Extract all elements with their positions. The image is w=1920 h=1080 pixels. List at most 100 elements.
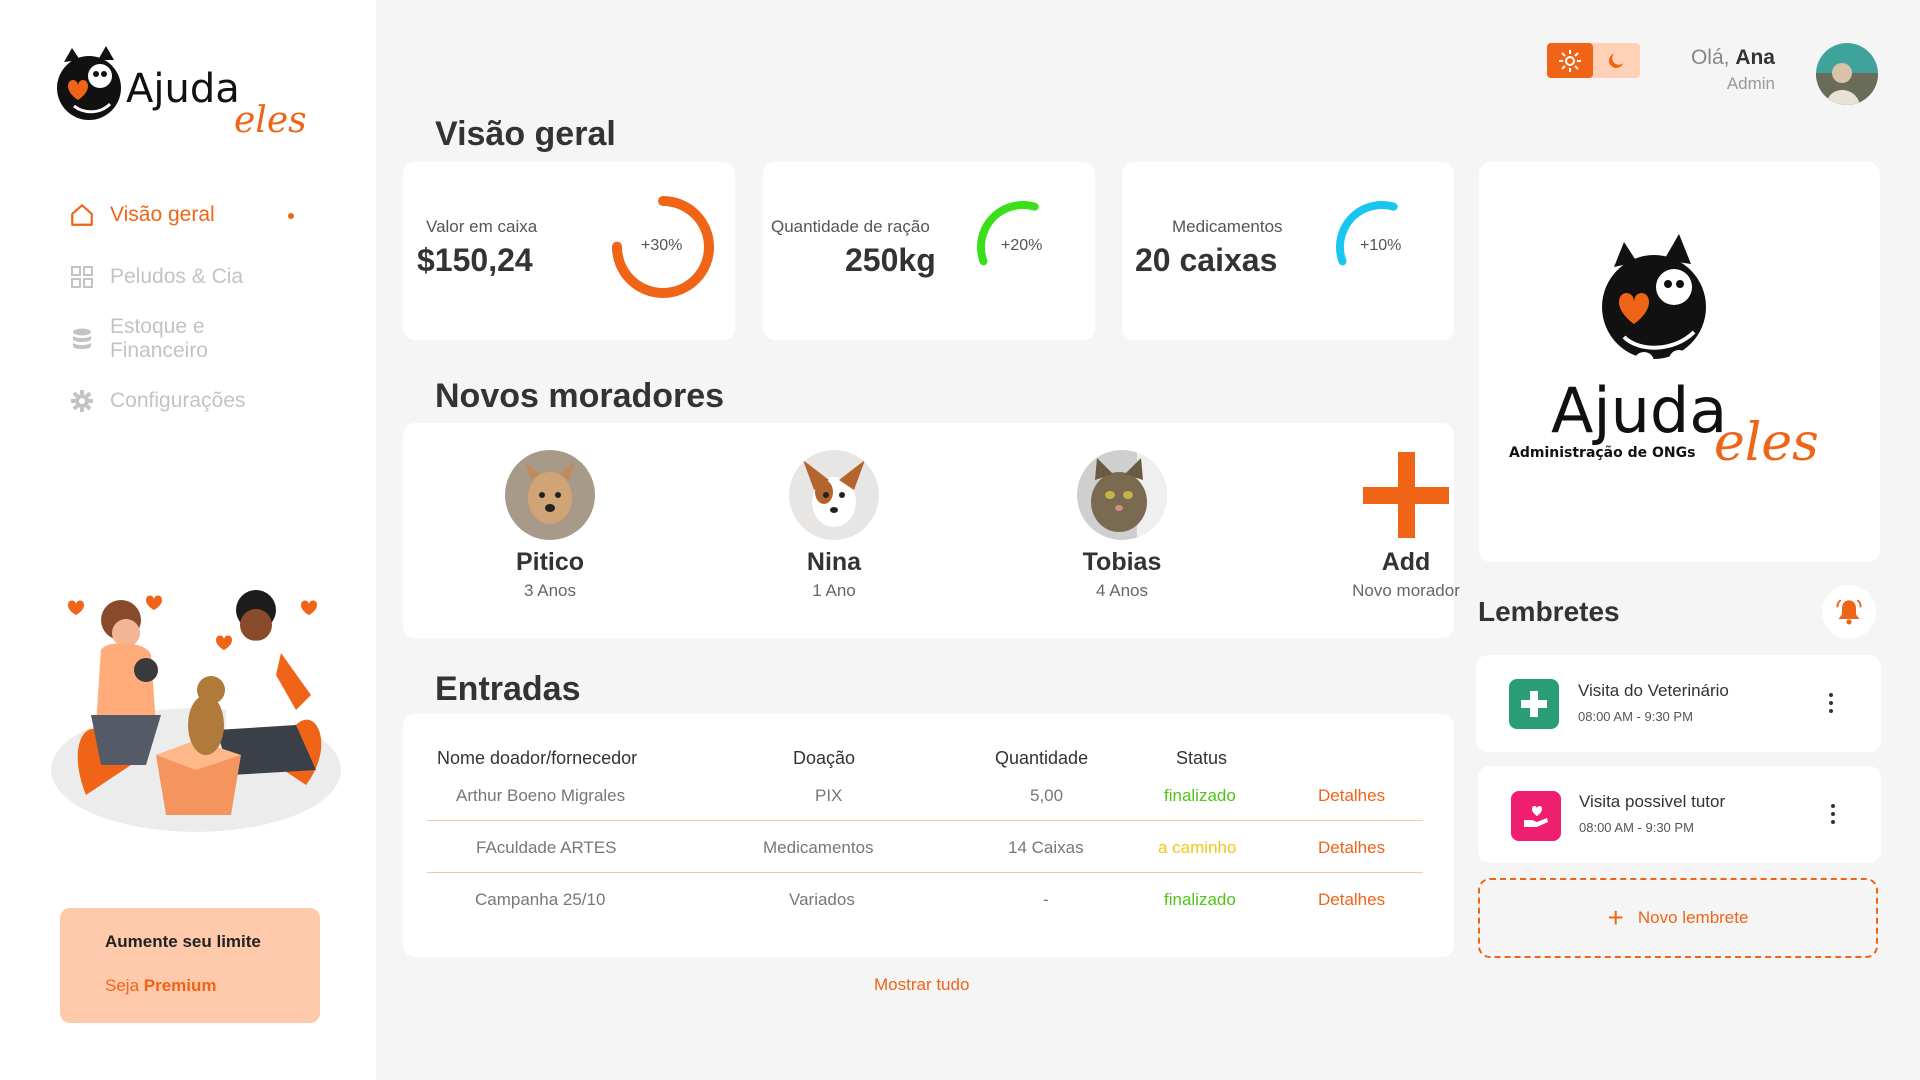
database-icon bbox=[68, 325, 96, 353]
plus-icon bbox=[1361, 450, 1451, 540]
sidebar-item-label: Peludos & Cia bbox=[110, 265, 244, 288]
sidebar-item-label: Estoque e Financeiro bbox=[109, 315, 208, 362]
cat-logo-icon bbox=[1602, 234, 1706, 372]
moon-icon bbox=[1608, 53, 1624, 68]
stat-label: Medicamentos bbox=[1172, 217, 1283, 236]
cell-donation: PIX bbox=[815, 786, 843, 805]
stat-value: 250kg bbox=[845, 242, 936, 278]
premium-title: Aumente seu limite bbox=[105, 932, 261, 951]
cell-name: Campanha 25/10 bbox=[475, 890, 606, 909]
dark-mode-button[interactable] bbox=[1593, 43, 1639, 78]
svg-text:Ajuda: Ajuda bbox=[1551, 374, 1727, 447]
resident-pitico[interactable]: Pitico 3 Anos bbox=[450, 450, 650, 601]
user-info: Olá, Ana Admin bbox=[1650, 46, 1775, 94]
theme-toggle[interactable] bbox=[1547, 43, 1640, 78]
user-role: Admin bbox=[1726, 74, 1775, 93]
reminder-item[interactable]: Visita possivel tutor 08:00 AM - 9:30 PM bbox=[1478, 766, 1881, 863]
people-with-pets-illustration bbox=[46, 565, 346, 835]
bell-icon bbox=[1836, 599, 1862, 625]
resident-photo bbox=[789, 450, 879, 540]
reminder-item[interactable]: Visita do Veterinário 08:00 AM - 9:30 PM bbox=[1476, 655, 1881, 752]
cell-name: Arthur Boeno Migrales bbox=[456, 786, 626, 805]
reminder-title: Visita possivel tutor bbox=[1579, 792, 1726, 811]
status-badge: finalizado bbox=[1164, 786, 1236, 805]
resident-photo bbox=[505, 450, 595, 540]
section-title-reminders: Lembretes bbox=[1478, 596, 1620, 627]
stat-card-racao[interactable]: Quantidade de ração 250kg +20% bbox=[763, 162, 1095, 340]
column-header-name: Nome doador/fornecedor bbox=[437, 748, 638, 768]
show-all-link[interactable]: Mostrar tudo bbox=[874, 975, 969, 995]
stat-value: 20 caixas bbox=[1135, 242, 1278, 278]
heart-hand-icon bbox=[1511, 791, 1561, 841]
plus-icon: + bbox=[1607, 902, 1624, 933]
resident-name: Pitico bbox=[515, 548, 585, 576]
column-header-donation: Doação bbox=[793, 748, 856, 768]
light-mode-button[interactable] bbox=[1547, 43, 1593, 78]
sidebar-item-visao-geral[interactable]: Visão geral bbox=[68, 195, 308, 235]
resident-age: 4 Anos bbox=[1096, 581, 1148, 600]
add-resident-label: Add bbox=[1381, 548, 1431, 576]
premium-cta[interactable]: Seja Premium bbox=[105, 976, 320, 996]
cell-donation: Variados bbox=[789, 890, 855, 909]
sidebar: Ajuda eles Visão geral Peludos & Cia Est… bbox=[0, 0, 376, 1080]
notifications-button[interactable] bbox=[1822, 585, 1876, 639]
svg-text:Ajuda: Ajuda bbox=[126, 66, 240, 112]
row-divider bbox=[427, 820, 1423, 821]
resident-name: Tobias bbox=[1082, 548, 1162, 576]
new-reminder-button[interactable]: + Novo lembrete bbox=[1478, 878, 1878, 958]
column-header-quantity: Quantidade bbox=[995, 748, 1089, 768]
stat-card-caixa[interactable]: Valor em caixa $150,24 +30% bbox=[403, 162, 735, 340]
stat-change: +10% bbox=[1360, 237, 1402, 254]
new-reminder-label: Novo lembrete bbox=[1637, 908, 1749, 927]
cell-name: FAculdade ARTES bbox=[476, 838, 617, 857]
stat-label: Quantidade de ração bbox=[771, 217, 930, 236]
residents-card: Pitico 3 Anos Nina 1 Ano Tobias 4 Anos A… bbox=[403, 423, 1460, 638]
section-title-entries: Entradas bbox=[435, 670, 581, 708]
premium-upsell-card[interactable]: Aumente seu limite Seja Premium bbox=[60, 908, 320, 1023]
brand-logo[interactable]: Ajuda eles bbox=[44, 40, 334, 141]
sidebar-item-label: Visão geral bbox=[110, 203, 215, 226]
add-resident-button[interactable]: Add Novo morador bbox=[1306, 450, 1506, 601]
sidebar-item-peludos[interactable]: Peludos & Cia bbox=[68, 257, 308, 297]
cell-donation: Medicamentos bbox=[763, 838, 874, 857]
status-badge: a caminho bbox=[1158, 838, 1237, 857]
section-title-overview: Visão geral bbox=[435, 115, 616, 153]
gear-icon bbox=[68, 387, 96, 415]
cat-logo-icon bbox=[57, 46, 121, 120]
active-indicator bbox=[288, 213, 294, 219]
add-resident-sub: Novo morador bbox=[1352, 581, 1460, 600]
resident-photo bbox=[1077, 450, 1167, 540]
stat-label: Valor em caixa bbox=[426, 217, 538, 236]
sidebar-item-configuracoes[interactable]: Configurações bbox=[68, 381, 308, 421]
more-options-icon[interactable] bbox=[1823, 799, 1843, 829]
avatar[interactable] bbox=[1816, 43, 1878, 105]
brand-card: Ajuda eles Administração de ONGs bbox=[1479, 162, 1880, 562]
user-greeting: Olá, Ana bbox=[1690, 46, 1775, 69]
more-options-icon[interactable] bbox=[1821, 688, 1841, 718]
resident-name: Nina bbox=[806, 548, 862, 576]
medical-cross-icon bbox=[1509, 679, 1559, 729]
svg-text:eles: eles bbox=[234, 100, 307, 140]
status-badge: finalizado bbox=[1164, 890, 1236, 909]
details-link[interactable]: Detalhes bbox=[1318, 786, 1385, 806]
resident-age: 1 Ano bbox=[812, 581, 856, 600]
resident-tobias[interactable]: Tobias 4 Anos bbox=[1022, 450, 1222, 601]
sun-icon bbox=[1559, 49, 1581, 72]
sidebar-item-estoque[interactable]: Estoque e Financeiro bbox=[68, 315, 308, 362]
stat-change: +20% bbox=[1001, 237, 1043, 254]
details-link[interactable]: Detalhes bbox=[1318, 890, 1385, 910]
sidebar-item-label: Configurações bbox=[110, 389, 246, 412]
reminder-time: 08:00 AM - 9:30 PM bbox=[1578, 709, 1693, 724]
resident-age: 3 Anos bbox=[524, 581, 576, 600]
home-icon bbox=[68, 201, 96, 229]
row-divider bbox=[427, 872, 1423, 873]
details-link[interactable]: Detalhes bbox=[1318, 838, 1385, 858]
cell-quantity: 5,00 bbox=[1030, 786, 1064, 805]
sidebar-nav: Visão geral Peludos & Cia Estoque e Fina… bbox=[68, 195, 308, 443]
stat-card-medicamentos[interactable]: Medicamentos 20 caixas +10% bbox=[1122, 162, 1454, 340]
stat-value: $150,24 bbox=[417, 242, 533, 278]
resident-nina[interactable]: Nina 1 Ano bbox=[734, 450, 934, 601]
cell-quantity: - bbox=[1043, 890, 1049, 909]
section-title-residents: Novos moradores bbox=[435, 377, 725, 415]
reminder-time: 08:00 AM - 9:30 PM bbox=[1579, 820, 1694, 835]
